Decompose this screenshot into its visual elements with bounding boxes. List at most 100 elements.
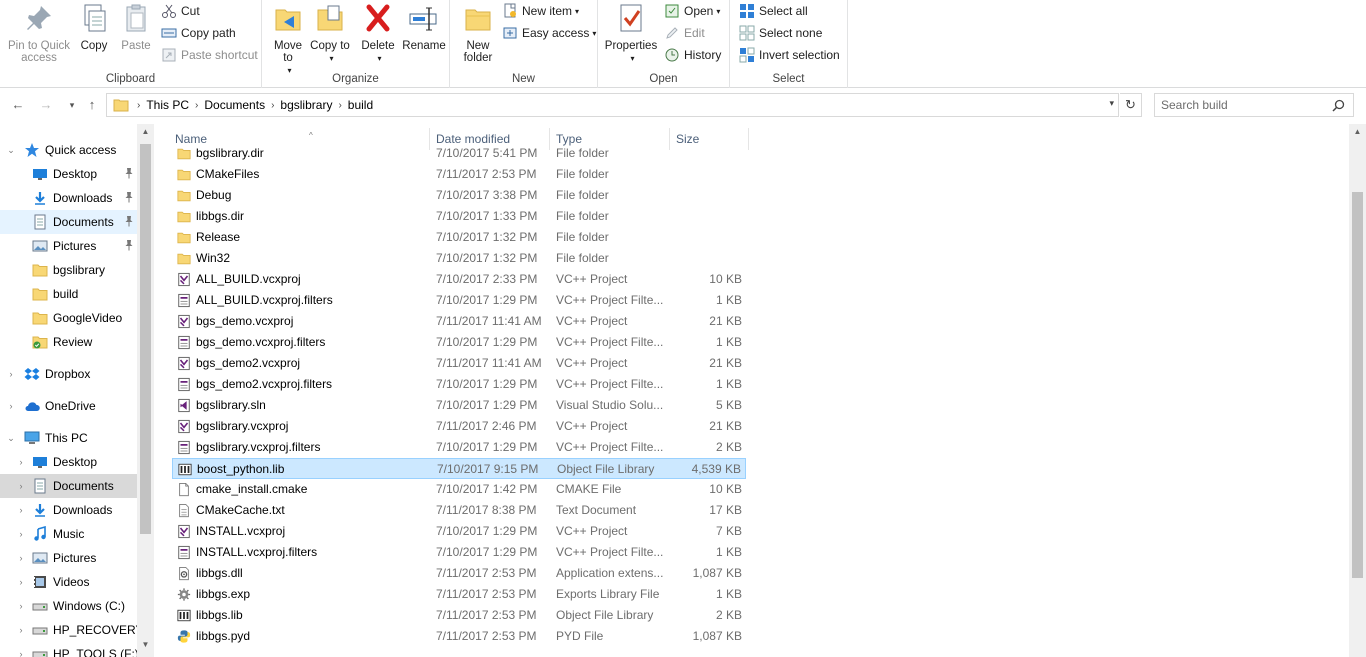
easy-access-button[interactable]: Easy access ▾	[502, 23, 596, 43]
address-bar[interactable]: › This PC › Documents › bgslibrary › bui…	[106, 93, 1119, 117]
nav-item-windows-c[interactable]: › Windows (C:)	[0, 594, 137, 618]
copy-path-button[interactable]: Copy path	[161, 23, 236, 43]
file-row[interactable]: Debug 7/10/2017 3:38 PM File folder	[172, 185, 746, 206]
nav-item-hp-tools-f[interactable]: › HP_TOOLS (F:)	[0, 642, 139, 657]
nav-item-quick-access[interactable]: ⌄ Quick access	[0, 138, 137, 162]
scroll-up-icon[interactable]: ▲	[1349, 127, 1366, 136]
file-list-scrollbar-thumb[interactable]	[1352, 192, 1363, 578]
edit-button[interactable]: Edit	[664, 23, 705, 43]
file-row[interactable]: libbgs.dir 7/10/2017 1:33 PM File folder	[172, 206, 746, 227]
chevron-right-icon[interactable]: ›	[16, 529, 26, 539]
chevron-right-icon[interactable]: ›	[6, 369, 16, 379]
chevron-right-icon[interactable]: ›	[16, 457, 26, 467]
chevron-right-icon[interactable]: ›	[16, 649, 26, 657]
refresh-button[interactable]: ↻	[1120, 93, 1142, 117]
nav-item-build[interactable]: build	[0, 282, 137, 306]
nav-item-googlevideo[interactable]: GoogleVideo	[0, 306, 137, 330]
file-row[interactable]: bgs_demo.vcxproj.filters 7/10/2017 1:29 P…	[172, 332, 746, 353]
chevron-right-icon[interactable]: ›	[16, 601, 26, 611]
nav-item-pictures[interactable]: Pictures	[0, 234, 137, 258]
chevron-right-icon[interactable]: ›	[16, 481, 26, 491]
file-row[interactable]: bgs_demo2.vcxproj.filters 7/10/2017 1:29 …	[172, 374, 746, 395]
file-row[interactable]: CMakeCache.txt 7/11/2017 8:38 PM Text Docu…	[172, 500, 746, 521]
copy-button[interactable]: Copy	[74, 2, 114, 52]
chevron-right-icon[interactable]: ›	[16, 625, 26, 635]
scroll-up-icon[interactable]: ▲	[137, 127, 154, 136]
nav-item-dropbox[interactable]: › Dropbox	[0, 362, 137, 386]
pin-to-quick-access-button[interactable]: Pin to Quick access	[4, 2, 74, 64]
chevron-down-icon[interactable]: ⌄	[6, 145, 16, 156]
nav-item-review[interactable]: Review	[0, 330, 137, 354]
paste-button[interactable]: Paste	[116, 2, 156, 52]
file-name: bgs_demo.vcxproj.filters	[196, 335, 326, 349]
nav-item-documents[interactable]: › Documents	[0, 474, 137, 498]
breadcrumb-bgslibrary[interactable]: bgslibrary	[280, 98, 332, 112]
nav-scrollbar[interactable]: ▲ ▼	[137, 124, 154, 657]
file-row[interactable]: INSTALL.vcxproj.filters 7/10/2017 1:29 PM…	[172, 542, 746, 563]
breadcrumb-this-pc[interactable]: This PC	[146, 98, 189, 112]
file-row[interactable]: ALL_BUILD.vcxproj 7/10/2017 2:33 PM VC++ P…	[172, 269, 746, 290]
nav-item-music[interactable]: › Music	[0, 522, 137, 546]
nav-item-documents[interactable]: Documents	[0, 210, 137, 234]
back-button[interactable]: ←	[8, 95, 28, 115]
file-row[interactable]: cmake_install.cmake 7/10/2017 1:42 PM CMAK…	[172, 479, 746, 500]
nav-item-desktop[interactable]: Desktop	[0, 162, 137, 186]
file-row[interactable]: bgs_demo.vcxproj 7/11/2017 11:41 AM VC++ P…	[172, 311, 746, 332]
file-row[interactable]: INSTALL.vcxproj 7/10/2017 1:29 PM VC++ Pro…	[172, 521, 746, 542]
file-row[interactable]: bgs_demo2.vcxproj 7/11/2017 11:41 AM VC++ …	[172, 353, 746, 374]
search-box[interactable]	[1154, 93, 1354, 117]
nav-item-pictures[interactable]: › Pictures	[0, 546, 137, 570]
chevron-right-icon[interactable]: ›	[16, 553, 26, 563]
file-row[interactable]: libbgs.lib 7/11/2017 2:53 PM Object File L…	[172, 605, 746, 626]
open-button[interactable]: Open ▾	[664, 1, 720, 21]
nav-item-hp-recovery[interactable]: › HP_RECOVERY (	[0, 618, 151, 642]
search-icon[interactable]	[1332, 99, 1345, 112]
address-dropdown-icon[interactable]: ▾	[1109, 98, 1114, 109]
file-row[interactable]: bgslibrary.sln 7/10/2017 1:29 PM Visual St…	[172, 395, 746, 416]
nav-item-videos[interactable]: › Videos	[0, 570, 137, 594]
file-row[interactable]: Win32 7/10/2017 1:32 PM File folder	[172, 248, 746, 269]
up-button[interactable]: ↑	[82, 95, 102, 115]
chevron-down-icon[interactable]: ⌄	[6, 433, 16, 444]
cut-button[interactable]: Cut	[161, 1, 200, 21]
file-row[interactable]: ALL_BUILD.vcxproj.filters 7/10/2017 1:29 …	[172, 290, 746, 311]
new-folder-button[interactable]: New folder	[458, 2, 498, 64]
copy-to-button[interactable]: Copy to ▾	[310, 2, 350, 65]
history-button[interactable]: History	[664, 45, 721, 65]
nav-item-this-pc[interactable]: ⌄ This PC	[0, 426, 137, 450]
rename-button[interactable]: Rename	[402, 2, 446, 52]
file-row[interactable]: Release 7/10/2017 1:32 PM File folder	[172, 227, 746, 248]
breadcrumb-build[interactable]: build	[348, 98, 373, 112]
chevron-right-icon[interactable]: ›	[16, 577, 26, 587]
paste-shortcut-button[interactable]: Paste shortcut	[161, 45, 258, 65]
nav-item-onedrive[interactable]: › OneDrive	[0, 394, 137, 418]
invert-selection-button[interactable]: Invert selection	[739, 45, 840, 65]
file-row[interactable]: CMakeFiles 7/11/2017 2:53 PM File folder	[172, 164, 746, 185]
chevron-right-icon[interactable]: ›	[16, 505, 26, 515]
properties-button[interactable]: Properties ▾	[604, 2, 658, 65]
nav-item-downloads[interactable]: › Downloads	[0, 498, 137, 522]
file-row[interactable]: bgslibrary.vcxproj 7/11/2017 2:46 PM VC++ …	[172, 416, 746, 437]
delete-button[interactable]: Delete ▾	[358, 2, 398, 65]
breadcrumb-documents[interactable]: Documents	[204, 98, 265, 112]
file-row[interactable]: libbgs.dll 7/11/2017 2:53 PM Application e…	[172, 563, 746, 584]
file-row[interactable]: bgslibrary.vcxproj.filters 7/10/2017 1:29…	[172, 437, 746, 458]
file-row[interactable]: bgslibrary.dir 7/10/2017 5:41 PM File fold…	[172, 143, 746, 164]
select-all-button[interactable]: Select all	[739, 1, 808, 21]
nav-item-downloads[interactable]: Downloads	[0, 186, 137, 210]
file-row[interactable]: boost_python.lib 7/10/2017 9:15 PM Object …	[172, 458, 746, 479]
select-none-button[interactable]: Select none	[739, 23, 822, 43]
chevron-right-icon[interactable]: ›	[6, 401, 16, 411]
new-item-button[interactable]: New item ▾	[502, 1, 579, 21]
nav-scrollbar-thumb[interactable]	[140, 144, 151, 534]
scroll-down-icon[interactable]: ▼	[137, 640, 154, 649]
recent-locations-button[interactable]: ▾	[62, 95, 82, 115]
file-list-scrollbar[interactable]: ▲	[1349, 124, 1366, 657]
nav-item-bgslibrary[interactable]: bgslibrary	[0, 258, 137, 282]
file-row[interactable]: libbgs.exp 7/11/2017 2:53 PM Exports Libra…	[172, 584, 746, 605]
forward-button[interactable]: →	[36, 95, 56, 115]
search-input[interactable]	[1161, 98, 1326, 112]
file-row[interactable]: libbgs.pyd 7/11/2017 2:53 PM PYD File 1,087…	[172, 626, 746, 647]
nav-item-desktop[interactable]: › Desktop	[0, 450, 137, 474]
move-to-button[interactable]: Move to ▾	[268, 2, 308, 77]
